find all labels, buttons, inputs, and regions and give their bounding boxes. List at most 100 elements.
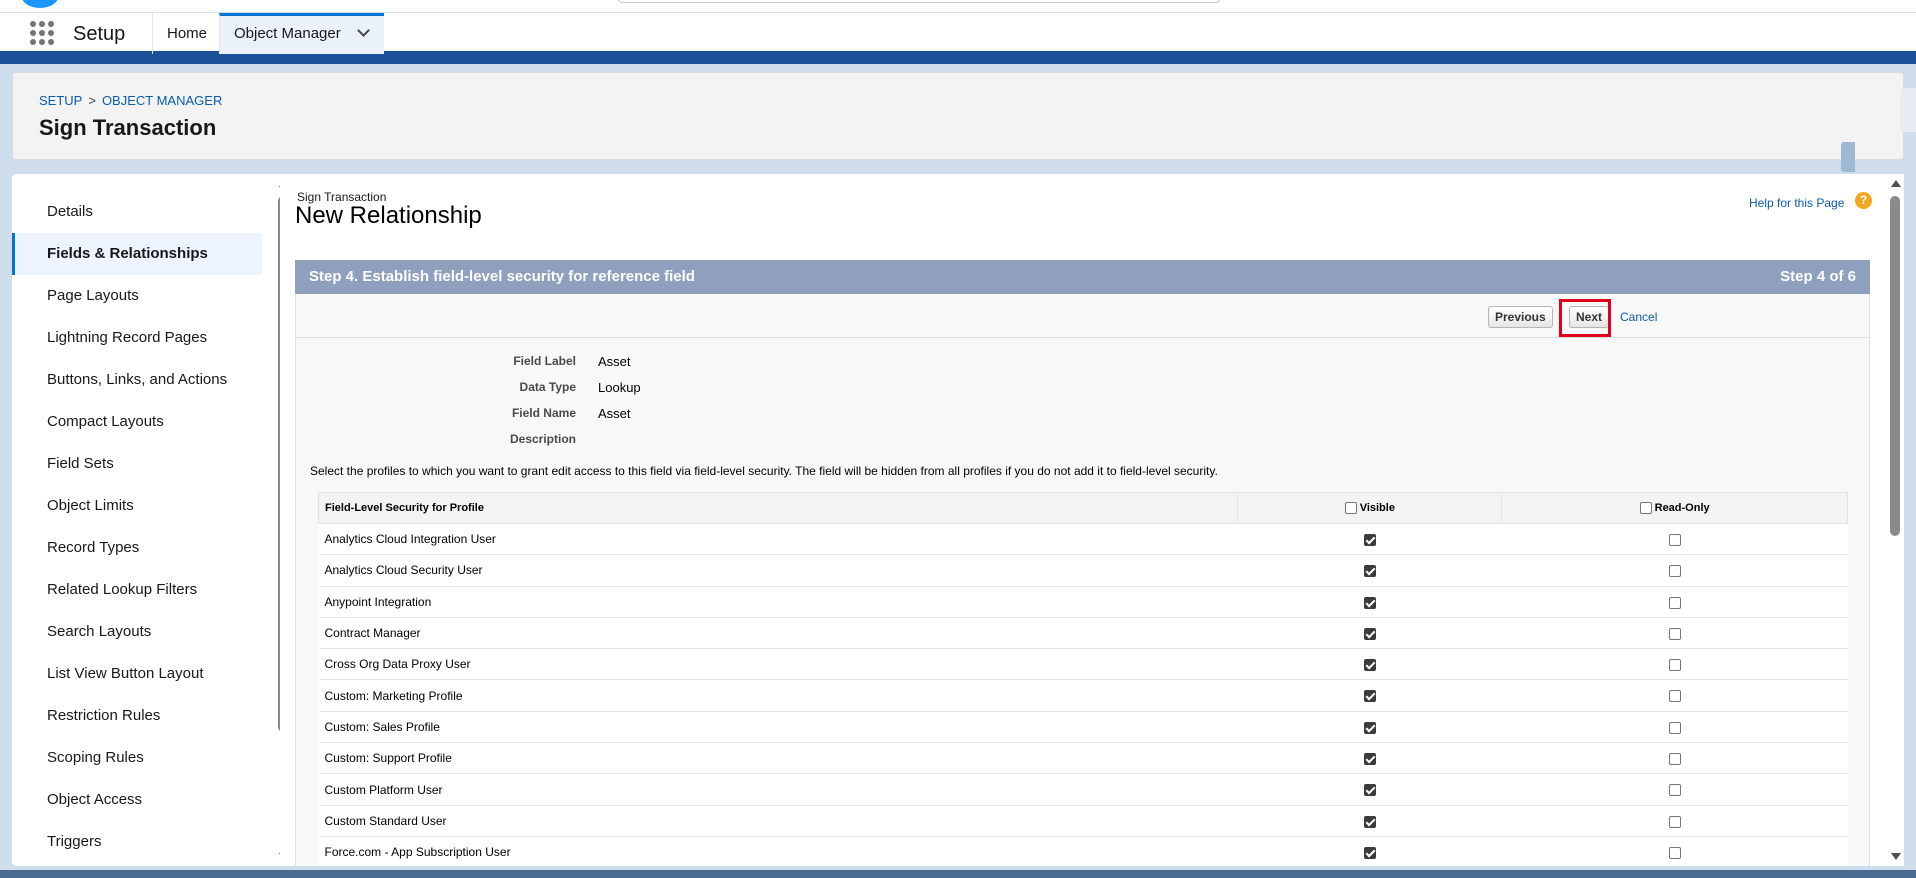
visible-checkbox[interactable] bbox=[1363, 846, 1376, 859]
table-row: Custom Standard User bbox=[318, 805, 1848, 837]
table-header-row: Field-Level Security for Profile Visible… bbox=[317, 492, 1848, 524]
visible-cell bbox=[1237, 554, 1502, 587]
read-only-checkbox[interactable] bbox=[1668, 846, 1681, 859]
visible-checkbox[interactable] bbox=[1363, 753, 1376, 766]
detail-label: Data Type bbox=[519, 380, 576, 394]
sidebar-item-object-access[interactable]: Object Access bbox=[12, 779, 262, 821]
sidebar-item-fields-relationships[interactable]: Fields & Relationships bbox=[12, 233, 262, 275]
read-only-cell bbox=[1501, 805, 1848, 837]
read-only-checkbox[interactable] bbox=[1668, 690, 1681, 703]
utility-panel-tab[interactable] bbox=[1900, 88, 1916, 132]
page-title: Sign Transaction bbox=[39, 115, 217, 140]
detail-label: Description bbox=[509, 432, 576, 446]
app-launcher-icon[interactable] bbox=[30, 21, 54, 45]
chevron-down-icon[interactable] bbox=[357, 24, 370, 37]
scroll-up-arrow-icon[interactable] bbox=[1891, 180, 1901, 187]
sidebar-item-field-sets[interactable]: Field Sets bbox=[12, 443, 262, 485]
read-only-cell bbox=[1501, 586, 1848, 618]
global-header bbox=[0, 0, 1916, 13]
visible-checkbox[interactable] bbox=[1363, 627, 1376, 640]
profile-name: Custom Standard User bbox=[318, 805, 1238, 837]
profile-name: Contract Manager bbox=[318, 617, 1238, 650]
visible-cell bbox=[1237, 617, 1502, 650]
read-only-checkbox[interactable] bbox=[1668, 565, 1681, 578]
breadcrumb-object-manager[interactable]: OBJECT MANAGER bbox=[102, 93, 222, 108]
visible-column-header-label: Visible bbox=[1359, 501, 1395, 514]
sidebar-item-object-limits[interactable]: Object Limits bbox=[12, 485, 262, 527]
read-only-column-header: Read-Only bbox=[1501, 492, 1848, 524]
read-only-checkbox[interactable] bbox=[1668, 596, 1681, 609]
detail-description: Description bbox=[296, 432, 996, 452]
table-row: Custom: Sales Profile bbox=[318, 711, 1848, 744]
global-search-input[interactable] bbox=[618, 0, 1220, 3]
sidebar-item-scoping-rules[interactable]: Scoping Rules bbox=[12, 737, 262, 779]
tab-object-manager[interactable]: Object Manager bbox=[219, 13, 384, 54]
read-only-checkbox[interactable] bbox=[1668, 753, 1681, 766]
footer-strip bbox=[0, 870, 1916, 878]
table-row: Contract Manager bbox=[318, 617, 1848, 650]
sidebar-item-list-view-button-layout[interactable]: List View Button Layout bbox=[12, 653, 262, 695]
read-only-checkbox[interactable] bbox=[1668, 784, 1681, 797]
help-for-this-page-link[interactable]: Help for this Page bbox=[1749, 196, 1844, 210]
step-header: Step 4. Establish field-level security f… bbox=[295, 260, 1870, 294]
visible-checkbox[interactable] bbox=[1363, 596, 1376, 609]
read-only-checkbox[interactable] bbox=[1668, 533, 1681, 546]
content-scrollbar[interactable] bbox=[1886, 174, 1904, 866]
read-only-checkbox[interactable] bbox=[1668, 627, 1681, 640]
sidebar-item-lightning-record-pages[interactable]: Lightning Record Pages bbox=[12, 317, 262, 359]
app-navigation-bar: Setup Home Object Manager bbox=[0, 13, 1916, 54]
table-row: Custom: Support Profile bbox=[318, 742, 1848, 775]
fls-table-body: Analytics Cloud Integration User Analytic… bbox=[318, 523, 1848, 866]
visible-checkbox[interactable] bbox=[1363, 815, 1376, 828]
step-counter: Step 4 of 6 bbox=[1780, 268, 1856, 285]
profile-name: Force.com - App Subscription User bbox=[318, 836, 1238, 866]
table-row: Analytics Cloud Security User bbox=[318, 554, 1848, 587]
read-only-cell bbox=[1501, 617, 1848, 650]
visible-checkbox[interactable] bbox=[1363, 659, 1376, 672]
app-name: Setup bbox=[73, 23, 126, 45]
read-only-cell bbox=[1501, 679, 1848, 712]
sidebar-item-restriction-rules[interactable]: Restriction Rules bbox=[12, 695, 262, 737]
sidebar-item-record-types[interactable]: Record Types bbox=[12, 527, 262, 569]
profile-name: Custom: Marketing Profile bbox=[318, 679, 1238, 712]
sidebar-item-details[interactable]: Details bbox=[12, 191, 262, 233]
profile-name: Analytics Cloud Integration User bbox=[318, 523, 1238, 556]
object-header: SETUP > OBJECT MANAGER Sign Transaction bbox=[12, 72, 1904, 160]
sidebar-item-search-layouts[interactable]: Search Layouts bbox=[12, 611, 262, 653]
select-all-visible-checkbox[interactable] bbox=[1344, 502, 1357, 515]
sidebar-item-triggers[interactable]: Triggers bbox=[12, 821, 262, 863]
visible-checkbox[interactable] bbox=[1363, 721, 1376, 734]
tab-home[interactable]: Home bbox=[152, 13, 221, 54]
detail-label: Field Label bbox=[513, 354, 576, 368]
sidebar-item-compact-layouts[interactable]: Compact Layouts bbox=[12, 401, 262, 443]
read-only-checkbox[interactable] bbox=[1668, 815, 1681, 828]
profile-name: Custom Platform User bbox=[318, 773, 1238, 806]
previous-button[interactable]: Previous bbox=[1488, 306, 1553, 328]
sidebar-item-related-lookup-filters[interactable]: Related Lookup Filters bbox=[12, 569, 262, 611]
sidebar-item-page-layouts[interactable]: Page Layouts bbox=[12, 275, 262, 317]
read-only-checkbox[interactable] bbox=[1668, 721, 1681, 734]
detail-data-type: Data Type Lookup bbox=[296, 380, 996, 400]
fls-instructions: Select the profiles to which you want to… bbox=[310, 464, 1218, 478]
sidebar-item-buttons-links-actions[interactable]: Buttons, Links, and Actions bbox=[12, 359, 262, 401]
read-only-cell bbox=[1501, 648, 1848, 681]
scroll-down-arrow-icon[interactable] bbox=[1891, 853, 1901, 860]
table-row: Analytics Cloud Integration User bbox=[318, 523, 1848, 556]
breadcrumb-setup[interactable]: SETUP bbox=[39, 93, 82, 108]
detail-label: Field Name bbox=[511, 406, 576, 420]
read-only-checkbox[interactable] bbox=[1668, 659, 1681, 672]
salesforce-logo-icon[interactable] bbox=[22, 0, 58, 8]
help-icon[interactable]: ? bbox=[1855, 192, 1872, 209]
content-scroll-thumb[interactable] bbox=[1890, 196, 1900, 536]
detail-field-name: Field Name Asset bbox=[296, 406, 996, 426]
cancel-link[interactable]: Cancel bbox=[1620, 310, 1657, 324]
select-all-read-only-checkbox[interactable] bbox=[1639, 502, 1652, 515]
object-sidebar: Details Fields & Relationships Page Layo… bbox=[12, 174, 282, 866]
visible-cell bbox=[1237, 648, 1502, 681]
visible-checkbox[interactable] bbox=[1363, 533, 1376, 546]
visible-checkbox[interactable] bbox=[1363, 690, 1376, 703]
visible-checkbox[interactable] bbox=[1363, 784, 1376, 797]
visible-checkbox[interactable] bbox=[1363, 565, 1376, 578]
visible-cell bbox=[1237, 711, 1502, 744]
collapse-panel-handle[interactable] bbox=[1841, 142, 1855, 172]
